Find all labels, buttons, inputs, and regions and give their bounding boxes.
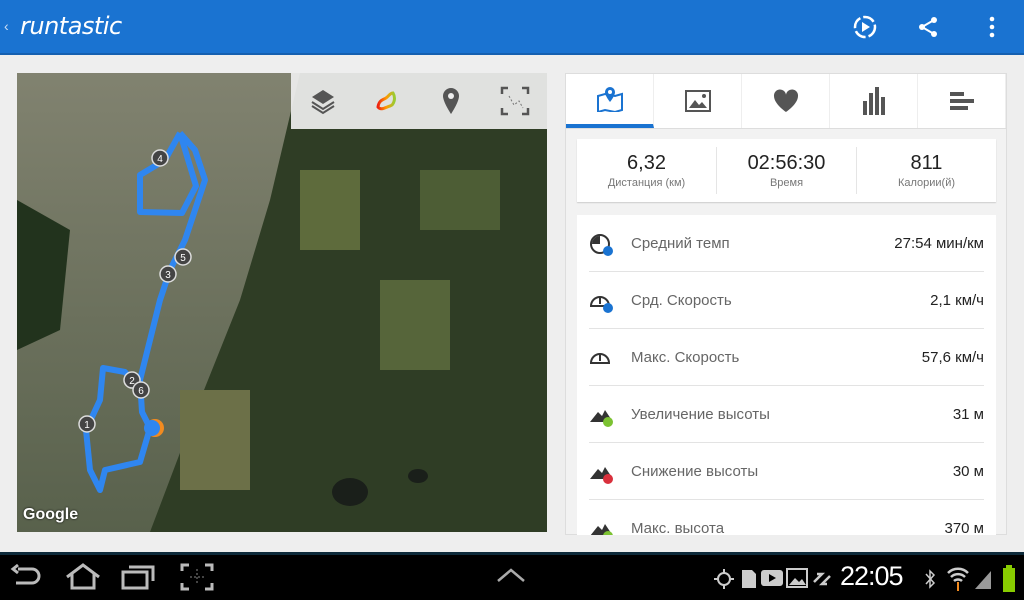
marker-6: 6 (138, 386, 144, 397)
elevation-loss-icon (589, 459, 631, 484)
stat-row: Срд. Скорость 2,1 км/ч (589, 272, 984, 329)
avg-speed-icon (589, 288, 631, 313)
bluetooth-icon (924, 568, 936, 595)
marker-2: 2 (129, 376, 135, 387)
tab-heart-rate[interactable] (742, 74, 830, 128)
summary-duration: 02:56:30 Время (717, 147, 857, 194)
route-map[interactable]: 1 2 3 4 5 6 Google (17, 73, 547, 532)
stat-row: Снижение высоты 30 м (589, 443, 984, 500)
detail-tabs (566, 74, 1006, 129)
tab-splits[interactable] (918, 74, 1006, 128)
clock: 22:05 (840, 561, 904, 591)
gps-icon (713, 568, 735, 595)
battery-icon (1002, 565, 1016, 598)
summary-calories: 811 Калории(й) (897, 152, 956, 189)
stat-row: Увеличение высоты 31 м (589, 386, 984, 443)
tab-map[interactable] (566, 74, 654, 128)
screenshot-icon[interactable] (180, 563, 214, 596)
tab-charts[interactable] (830, 74, 918, 128)
overflow-menu-icon[interactable] (979, 14, 1005, 40)
youtube-icon (761, 569, 783, 592)
avg-pace-icon (589, 231, 631, 256)
signal-icon (973, 567, 993, 596)
elevation-gain-icon (589, 402, 631, 427)
details-panel: 6,32 Дистанция (км) 02:56:30 Время 811 Кало… (565, 73, 1007, 535)
runtastic-logo[interactable]: runtastic (20, 12, 122, 40)
stat-row: Макс. высота 370 м (589, 500, 984, 535)
back-icon[interactable] (10, 563, 42, 596)
share-icon[interactable] (915, 14, 941, 40)
system-navigation-bar: 22:05 (0, 552, 1024, 600)
chevron-up-icon[interactable] (496, 567, 526, 588)
max-elevation-icon (589, 516, 631, 535)
map-toolbar (291, 73, 547, 129)
gallery-icon (786, 568, 808, 593)
home-icon[interactable] (64, 563, 102, 596)
max-speed-icon (589, 345, 631, 369)
sync-icon (811, 568, 833, 595)
marker-3: 3 (165, 270, 171, 281)
marker-4: 4 (157, 154, 163, 165)
stat-row: Средний темп 27:54 мин/км (589, 215, 984, 272)
wifi-icon (946, 565, 970, 598)
back-chevron[interactable]: ‹ (4, 18, 9, 34)
tab-photos[interactable] (654, 74, 742, 128)
sd-card-icon (740, 568, 758, 595)
marker-5: 5 (180, 253, 186, 264)
action-bar: ‹ runtastic (0, 0, 1024, 55)
video-play-icon[interactable] (852, 14, 878, 40)
route-color-icon[interactable] (355, 73, 419, 129)
marker-1: 1 (84, 420, 90, 431)
fit-route-icon[interactable] (483, 73, 547, 129)
pin-icon[interactable] (419, 73, 483, 129)
stat-row: Макс. Скорость 57,6 км/ч (589, 329, 984, 386)
layers-icon[interactable] (291, 73, 355, 129)
google-attribution: Google (23, 506, 79, 523)
satellite-route: 1 2 3 4 5 6 (17, 73, 547, 532)
summary-card: 6,32 Дистанция (км) 02:56:30 Время 811 Кало… (577, 139, 996, 202)
recent-apps-icon[interactable] (120, 563, 156, 596)
stats-list[interactable]: Средний темп 27:54 мин/км Срд. Скорость 2,… (577, 215, 996, 535)
summary-distance: 6,32 Дистанция (км) (577, 147, 717, 194)
